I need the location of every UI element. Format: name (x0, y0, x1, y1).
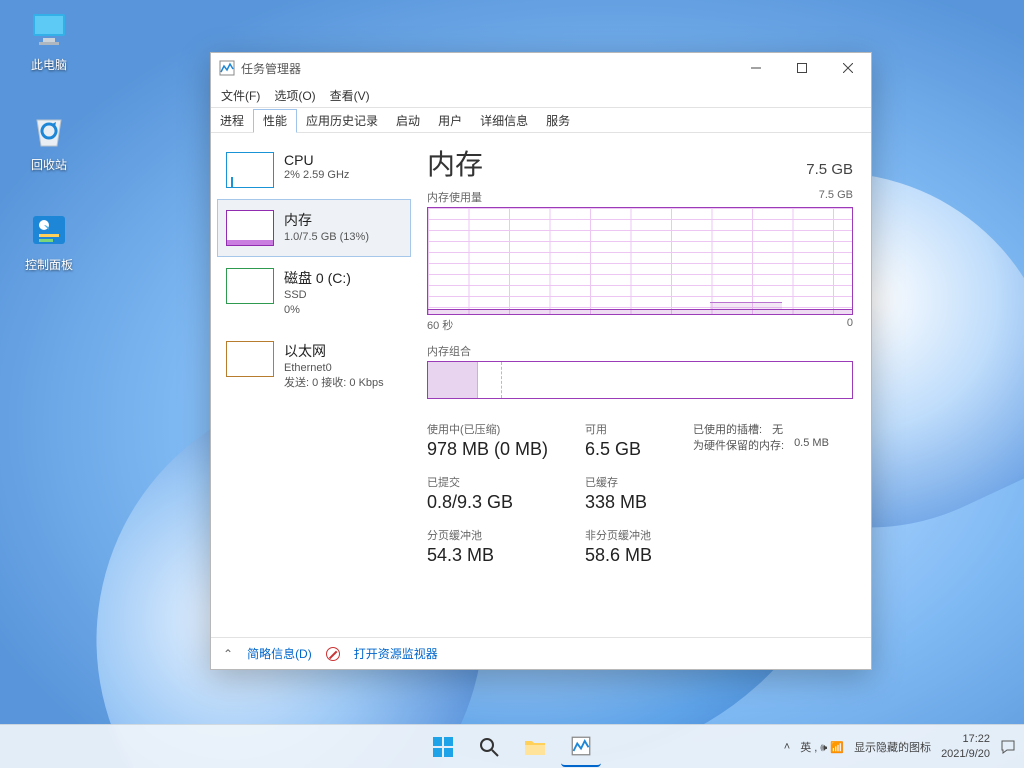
graph-title: 内存使用量 (427, 189, 482, 205)
minimize-button[interactable] (733, 53, 779, 83)
chevron-up-icon[interactable]: ⌃ (223, 647, 233, 661)
tab-performance[interactable]: 性能 (253, 109, 297, 133)
window-title: 任务管理器 (241, 60, 301, 77)
disk-thumb-icon (226, 268, 274, 304)
menu-view[interactable]: 查看(V) (330, 87, 370, 104)
stat-label: 已缓存 (585, 474, 685, 490)
desktop-icon-recycle-bin[interactable]: 回收站 (12, 108, 86, 173)
stat-label: 使用中(已压缩) (427, 421, 577, 437)
sidebar-sub: 发送: 0 接收: 0 Kbps (284, 376, 384, 391)
recycle-icon (27, 108, 71, 152)
monitor-icon (27, 8, 71, 52)
control-panel-icon (27, 208, 71, 252)
taskbar: ˄ 英 , 🕪 📶 显示隐藏的图标 17:22 2021/9/20 (0, 724, 1024, 768)
performance-sidebar: CPU 2% 2.59 GHz 内存 1.0/7.5 GB (13%) 磁盘 0… (211, 133, 417, 637)
start-button[interactable] (423, 727, 463, 767)
desktop-icon-label: 此电脑 (31, 58, 67, 72)
tray-date: 2021/9/20 (941, 747, 990, 761)
stat-label: 为硬件保留的内存: (693, 437, 784, 453)
sidebar-sub: 1.0/7.5 GB (13%) (284, 230, 369, 245)
sidebar-title: 磁盘 0 (C:) (284, 268, 351, 288)
menubar: 文件(F) 选项(O) 查看(V) (211, 83, 871, 107)
stat-value: 58.6 MB (585, 545, 685, 566)
desktop-icon-this-pc[interactable]: 此电脑 (12, 8, 86, 73)
sidebar-item-cpu[interactable]: CPU 2% 2.59 GHz (217, 141, 411, 199)
tab-details[interactable]: 详细信息 (471, 108, 537, 132)
desktop-icon-control-panel[interactable]: 控制面板 (12, 208, 86, 273)
task-manager-taskbar-button[interactable] (561, 727, 601, 767)
desktop-icon-label: 回收站 (31, 158, 67, 172)
tray-time: 17:22 (941, 732, 990, 746)
window-footer: ⌃ 简略信息(D) 打开资源监视器 (211, 637, 871, 669)
sidebar-title: 内存 (284, 210, 369, 230)
stat-label: 已提交 (427, 474, 577, 490)
open-resmon-link[interactable]: 打开资源监视器 (354, 645, 438, 662)
desktop-icon-label: 控制面板 (25, 258, 73, 272)
sidebar-item-memory[interactable]: 内存 1.0/7.5 GB (13%) (217, 199, 411, 257)
titlebar[interactable]: 任务管理器 (211, 53, 871, 83)
tab-processes[interactable]: 进程 (211, 108, 253, 132)
tray-clock[interactable]: 17:22 2021/9/20 (941, 732, 990, 761)
close-button[interactable] (825, 53, 871, 83)
ethernet-thumb-icon (226, 341, 274, 377)
memory-capacity: 7.5 GB (806, 161, 853, 178)
tray-overflow-button[interactable]: ˄ (784, 741, 790, 753)
stat-label: 非分页缓冲池 (585, 527, 685, 543)
x-axis-right: 0 (847, 317, 853, 333)
tray-hidden-icons-label[interactable]: 显示隐藏的图标 (854, 739, 931, 755)
maximize-button[interactable] (779, 53, 825, 83)
fewer-details-link[interactable]: 简略信息(D) (247, 645, 312, 662)
sidebar-sub: 0% (284, 303, 351, 318)
resmon-icon (326, 647, 340, 661)
sidebar-item-disk[interactable]: 磁盘 0 (C:) SSD 0% (217, 257, 411, 330)
tab-services[interactable]: 服务 (537, 108, 579, 132)
tab-startup[interactable]: 启动 (387, 108, 429, 132)
app-icon (219, 60, 235, 76)
memory-usage-graph (427, 207, 853, 315)
stat-value: 978 MB (0 MB) (427, 439, 577, 460)
sidebar-title: CPU (284, 152, 349, 168)
tabbar: 进程 性能 应用历史记录 启动 用户 详细信息 服务 (211, 107, 871, 133)
sidebar-sub: 2% 2.59 GHz (284, 168, 349, 183)
memory-composition-bar (427, 361, 853, 399)
menu-options[interactable]: 选项(O) (274, 87, 315, 104)
stat-label: 可用 (585, 421, 685, 437)
tab-app-history[interactable]: 应用历史记录 (297, 108, 387, 132)
x-axis-left: 60 秒 (427, 317, 453, 333)
menu-file[interactable]: 文件(F) (221, 87, 260, 104)
search-button[interactable] (469, 727, 509, 767)
sidebar-sub: SSD (284, 288, 351, 303)
notifications-icon[interactable] (1000, 739, 1016, 755)
tab-users[interactable]: 用户 (429, 108, 471, 132)
main-heading: 内存 (427, 143, 483, 183)
ime-indicator[interactable]: 英 , 🕪 📶 (800, 739, 844, 755)
stat-value: 338 MB (585, 492, 685, 513)
sidebar-item-ethernet[interactable]: 以太网 Ethernet0 发送: 0 接收: 0 Kbps (217, 330, 411, 403)
sidebar-sub: Ethernet0 (284, 361, 384, 376)
task-manager-window: 任务管理器 文件(F) 选项(O) 查看(V) 进程 性能 应用历史记录 启动 … (210, 52, 872, 670)
graph-max: 7.5 GB (819, 189, 853, 205)
cpu-thumb-icon (226, 152, 274, 188)
sidebar-title: 以太网 (284, 341, 384, 361)
stat-value: 无 (772, 421, 783, 437)
stat-value: 0.5 MB (794, 437, 829, 453)
memory-thumb-icon (226, 210, 274, 246)
system-tray: ˄ 英 , 🕪 📶 显示隐藏的图标 17:22 2021/9/20 (784, 732, 1016, 761)
stat-label: 已使用的插槽: (693, 421, 762, 437)
stat-label: 分页缓冲池 (427, 527, 577, 543)
performance-main: 内存 7.5 GB 内存使用量 7.5 GB 60 秒 0 内存组合 (417, 133, 871, 637)
file-explorer-button[interactable] (515, 727, 555, 767)
stat-value: 54.3 MB (427, 545, 577, 566)
stat-value: 6.5 GB (585, 439, 685, 460)
composition-title: 内存组合 (427, 343, 853, 359)
stat-value: 0.8/9.3 GB (427, 492, 577, 513)
